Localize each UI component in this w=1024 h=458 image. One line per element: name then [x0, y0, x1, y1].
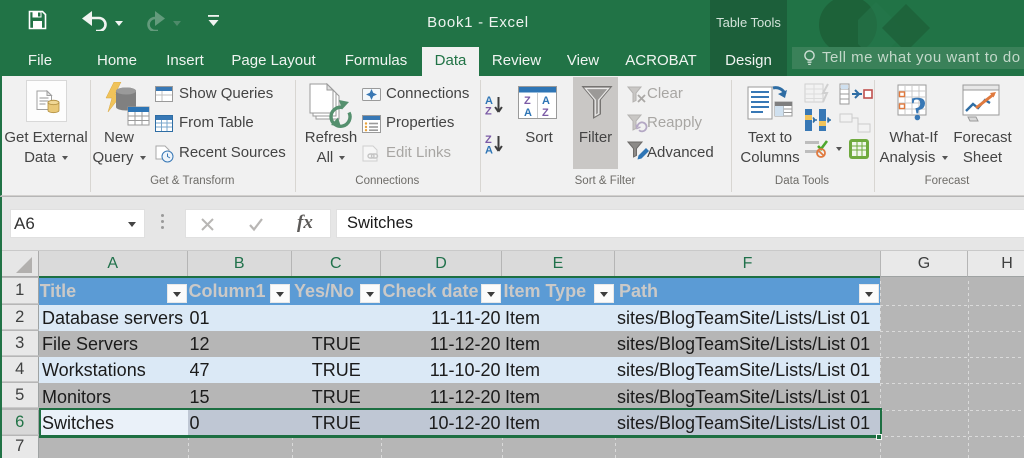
svg-text:Z: Z: [542, 107, 549, 119]
svg-text:A: A: [542, 95, 550, 107]
svg-text:?: ?: [910, 91, 927, 124]
svg-text:A: A: [485, 144, 493, 154]
svg-text:Z: Z: [485, 105, 492, 115]
svg-text:Z: Z: [524, 95, 531, 107]
svg-text:A: A: [524, 107, 532, 119]
